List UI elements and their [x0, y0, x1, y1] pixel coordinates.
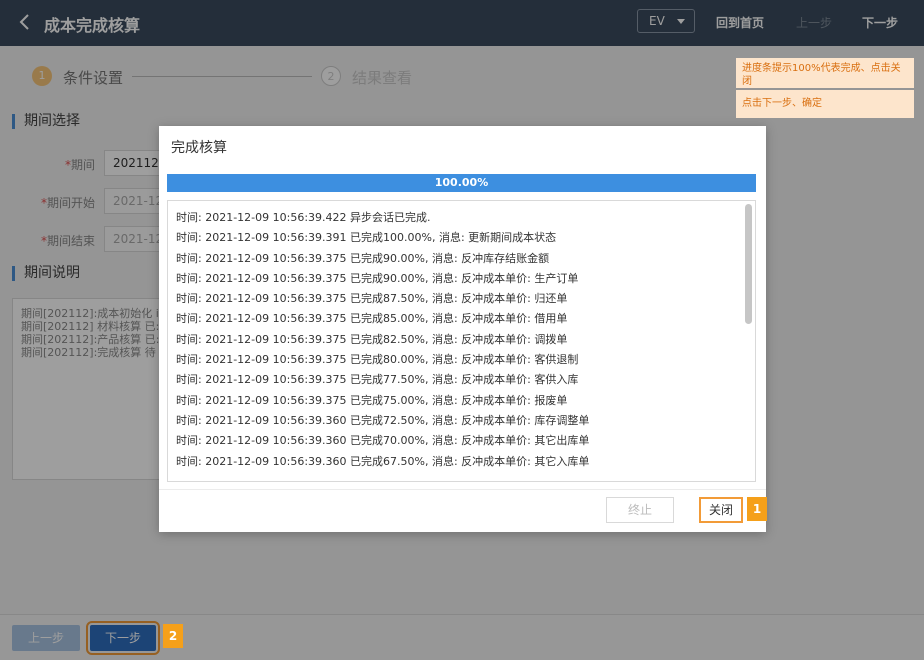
log-line: 时间: 2021-12-09 10:56:39.375 已完成80.00%, 消…: [176, 353, 579, 367]
progress-bar: 100.00%: [167, 174, 756, 192]
log-panel: 时间: 2021-12-09 10:56:39.422 异步会话已完成. 时间:…: [167, 200, 756, 482]
close-annotation-badge: 1: [747, 497, 767, 521]
log-line: 时间: 2021-12-09 10:56:39.422 异步会话已完成.: [176, 211, 431, 224]
dialog-divider: [159, 489, 766, 490]
log-line: 时间: 2021-12-09 10:56:39.375 已完成90.00%, 消…: [176, 251, 550, 265]
log-line: 时间: 2021-12-09 10:56:39.375 已完成75.00%, 消…: [176, 393, 568, 407]
log-line: 时间: 2021-12-09 10:56:39.375 已完成87.50%, 消…: [176, 292, 568, 306]
log-line: 时间: 2021-12-09 10:56:39.375 已完成77.50%, 消…: [176, 373, 579, 387]
log-line: 时间: 2021-12-09 10:56:39.375 已完成82.50%, 消…: [176, 332, 568, 346]
complete-accounting-dialog: 完成核算 100.00% 时间: 2021-12-09 10:56:39.422…: [159, 126, 766, 532]
log-line: 时间: 2021-12-09 10:56:39.360 已完成72.50%, 消…: [176, 413, 590, 427]
log-line: 时间: 2021-12-09 10:56:39.360 已完成70.00%, 消…: [176, 434, 590, 448]
log-line: 时间: 2021-12-09 10:56:39.360 已完成67.50%, 消…: [176, 454, 590, 468]
log-line: 时间: 2021-12-09 10:56:39.375 已完成85.00%, 消…: [176, 312, 568, 326]
log-line: 时间: 2021-12-09 10:56:39.375 已完成90.00%, 消…: [176, 271, 579, 285]
stop-button[interactable]: 终止: [606, 497, 674, 523]
next-annotation-badge: 2: [163, 624, 183, 648]
dialog-title: 完成核算: [171, 140, 227, 156]
log-line: 时间: 2021-12-09 10:56:39.391 已完成100.00%, …: [176, 231, 557, 245]
log-list: 时间: 2021-12-09 10:56:39.422 异步会话已完成. 时间:…: [168, 201, 589, 472]
annotation-note-2: 点击下一步、确定: [736, 90, 914, 118]
log-scrollbar[interactable]: [745, 204, 752, 324]
annotation-note-1: 进度条提示100%代表完成、点击关闭: [736, 58, 914, 88]
close-button[interactable]: 关闭: [699, 497, 743, 523]
